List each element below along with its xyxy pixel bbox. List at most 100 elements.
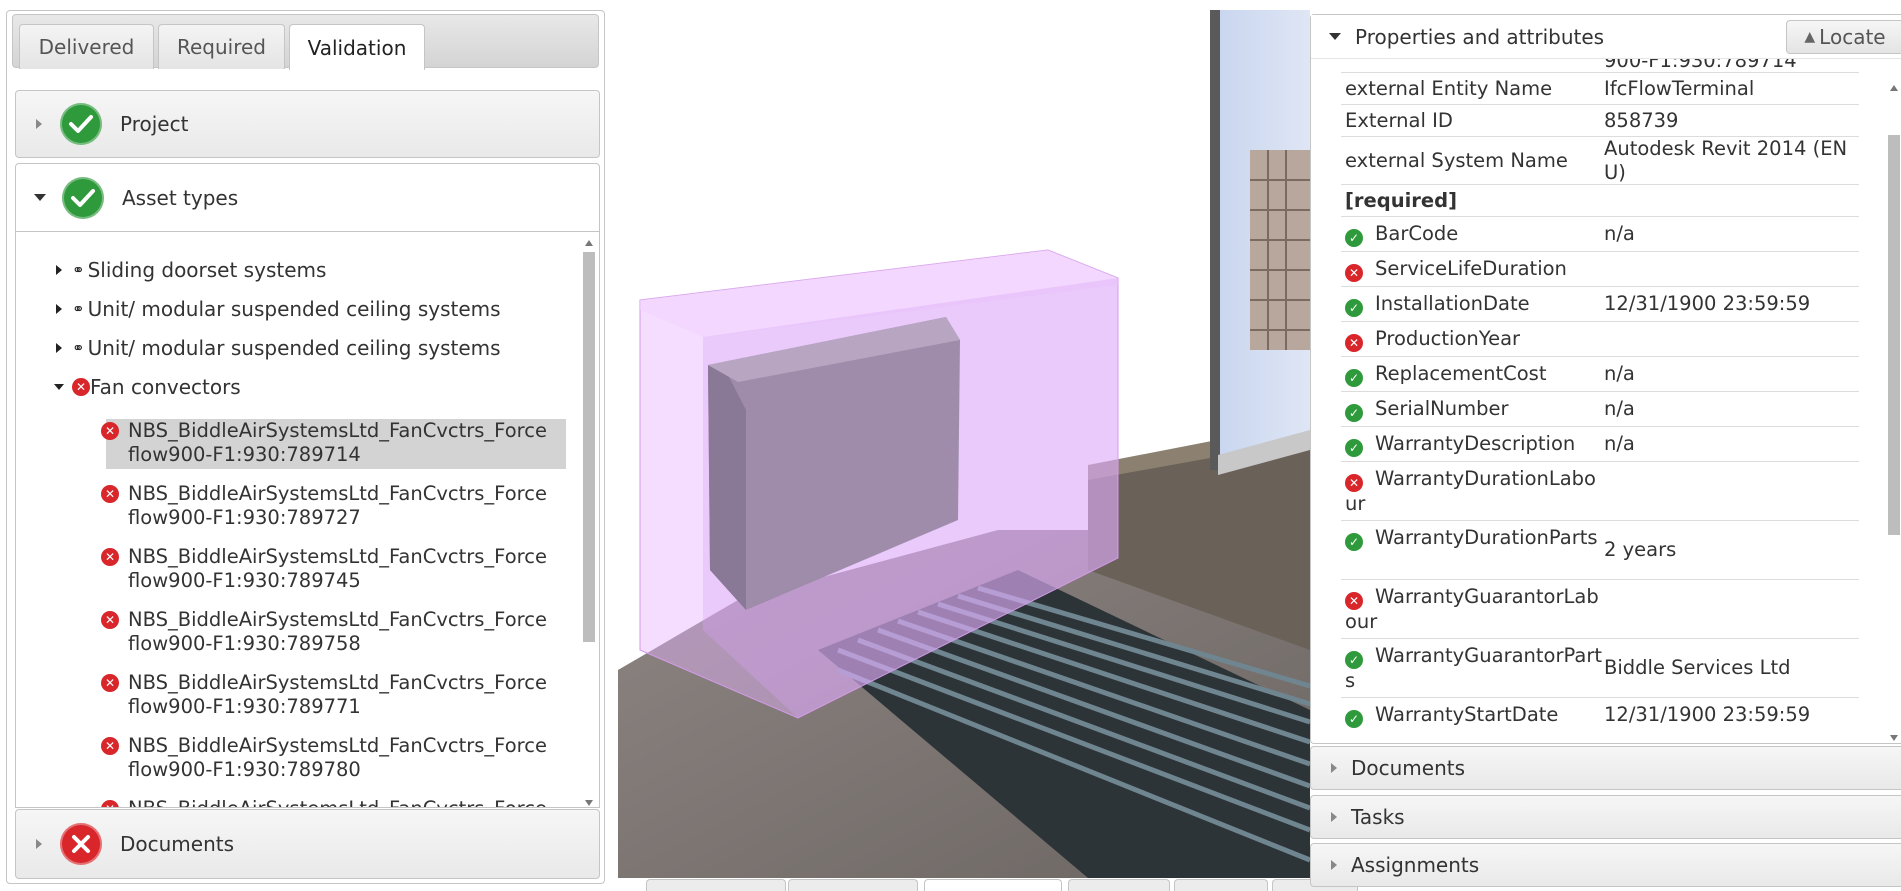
- tree-leaf-line: flow900-F1:930:789758: [128, 632, 361, 655]
- asset-tree: ⚭ Sliding doorset systems ⚭ Unit/ modula…: [15, 232, 600, 808]
- tab-delivered[interactable]: Delivered: [19, 24, 154, 69]
- property-name: ✓ ReplacementCost: [1345, 362, 1603, 387]
- tree-leaf[interactable]: ✕ NBS_BiddleAirSystemsLtd_FanCvctrs_Forc…: [101, 545, 566, 595]
- property-name: ✕ WarrantyGuarantorLabour: [1345, 585, 1603, 634]
- accordion-right-tasks[interactable]: Tasks: [1310, 795, 1901, 839]
- tree-group[interactable]: ⚭ Unit/ modular suspended ceiling system…: [56, 297, 501, 321]
- chevron-right-icon: [1331, 812, 1337, 822]
- expand-icon[interactable]: [56, 265, 62, 275]
- table-row: ✓ WarrantyDescription n/a: [1341, 427, 1859, 462]
- accordion-asset-types-label: Asset types: [122, 185, 239, 210]
- scroll-down-icon[interactable]: [1890, 735, 1898, 741]
- link-icon: ⚭: [72, 300, 85, 318]
- property-name: ✓ InstallationDate: [1345, 292, 1603, 317]
- tree-leaf[interactable]: ✕ NBS_BiddleAirSystemsLtd_FanCvctrs_Forc…: [101, 734, 566, 784]
- tree-leaf[interactable]: ✕ NBS_BiddleAirSystemsLtd_FanCvctrs_Forc…: [101, 482, 566, 532]
- viewport-tab[interactable]: [924, 879, 1062, 891]
- x-icon: ✕: [101, 548, 119, 566]
- tree-leaf[interactable]: ✕ NBS_BiddleAirSystemsLtd_FanCvctrs_Forc…: [101, 608, 566, 658]
- property-value: n/a: [1604, 222, 1635, 245]
- tree-leaf[interactable]: ✕ NBS_BiddleAirSystemsLtd_FanCvctrs_Forc…: [101, 671, 566, 721]
- chevron-right-icon: [36, 839, 42, 849]
- properties-panel: Properties and attributes ▲ Locate 900-F…: [1310, 14, 1901, 744]
- property-value: 2 years: [1604, 538, 1677, 561]
- viewport-tab[interactable]: [646, 879, 786, 891]
- attribute-label: ReplacementCost: [1375, 362, 1547, 385]
- tab-validation[interactable]: Validation: [289, 24, 425, 70]
- attribute-label: WarrantyDurationParts: [1375, 526, 1598, 549]
- expand-icon[interactable]: [56, 304, 62, 314]
- accordion-asset-types[interactable]: Asset types: [15, 163, 600, 232]
- expand-icon[interactable]: [56, 343, 62, 353]
- property-name: ✓ WarrantyGuarantorParts: [1345, 644, 1603, 693]
- viewport-tab[interactable]: [788, 879, 918, 891]
- table-row: 900-F1:930:789714: [1341, 59, 1859, 73]
- scroll-down-icon[interactable]: [585, 800, 593, 806]
- x-icon: ✕: [101, 422, 119, 440]
- table-row: ✓ WarrantyDurationParts 2 years: [1341, 521, 1859, 580]
- property-value: 12/31/1900 23:59:59: [1604, 703, 1811, 726]
- property-value: n/a: [1604, 432, 1635, 455]
- property-name: ✓ WarrantyStartDate: [1345, 703, 1603, 728]
- model-viewport[interactable]: [618, 10, 1310, 878]
- viewport-tab[interactable]: [1068, 879, 1170, 891]
- properties-scrollbar[interactable]: [1886, 59, 1901, 745]
- property-name: ✕ WarrantyDurationLabour: [1345, 467, 1603, 516]
- tree-leaf-line: flow900-F1:930:789771: [128, 695, 361, 718]
- table-row: ✓ InstallationDate 12/31/1900 23:59:59: [1341, 287, 1859, 322]
- accordion-project-label: Project: [120, 112, 189, 136]
- check-icon: ✓: [1345, 404, 1363, 422]
- tree-leaf-line: flow900-F1:930:789714: [128, 443, 361, 466]
- table-row: ✕ WarrantyDurationLabour: [1341, 462, 1859, 521]
- accordion-right-documents[interactable]: Documents: [1310, 746, 1901, 790]
- scroll-up-icon[interactable]: [585, 240, 593, 246]
- property-value: n/a: [1604, 397, 1635, 420]
- scroll-up-icon[interactable]: [1890, 85, 1898, 91]
- accordion-right-assignments[interactable]: Assignments: [1310, 843, 1901, 887]
- tree-group-label: Fan convectors: [90, 375, 241, 399]
- table-row: ✓ SerialNumber n/a: [1341, 392, 1859, 427]
- tree-leaf[interactable]: ✕ NBS_BiddleAirSystemsLtd_FanCvctrs_Forc…: [101, 419, 566, 469]
- x-icon: [60, 823, 102, 865]
- table-row: external System Name Autodesk Revit 2014…: [1341, 137, 1859, 185]
- viewport-tab-strip: [618, 879, 1358, 891]
- attribute-label: WarrantyDurationLabour: [1345, 467, 1596, 515]
- accordion-label: Documents: [1351, 756, 1466, 780]
- property-value: n/a: [1604, 362, 1635, 385]
- tree-scrollbar[interactable]: [581, 240, 597, 806]
- tab-required[interactable]: Required: [158, 24, 285, 69]
- check-icon: ✓: [1345, 369, 1363, 387]
- property-name: ✓ WarrantyDescription: [1345, 432, 1603, 457]
- table-row: ✕ ServiceLifeDuration: [1341, 252, 1859, 287]
- property-value: 858739: [1604, 109, 1679, 132]
- tree-leaf-line: NBS_BiddleAirSystemsLtd_FanCvctrs_Force: [128, 545, 547, 568]
- property-name: ✕ ServiceLifeDuration: [1345, 257, 1603, 282]
- x-icon: ✕: [1345, 264, 1363, 282]
- tree-leaf-line: NBS_BiddleAirSystemsLtd_FanCvctrs_Force: [128, 419, 547, 442]
- tree-group[interactable]: ⚭ Unit/ modular suspended ceiling system…: [56, 336, 501, 360]
- check-icon: [60, 103, 102, 145]
- check-icon: ✓: [1345, 439, 1363, 457]
- table-row: ✓ WarrantyStartDate 12/31/1900 23:59:59: [1341, 698, 1859, 733]
- accordion-project[interactable]: Project: [15, 90, 600, 158]
- locate-button[interactable]: ▲ Locate: [1786, 20, 1901, 54]
- tree-group-fan-convectors[interactable]: ✕ Fan convectors: [54, 375, 241, 399]
- table-row: ✓ BarCode n/a: [1341, 217, 1859, 252]
- collapse-icon[interactable]: [54, 384, 64, 390]
- scroll-thumb[interactable]: [1888, 135, 1900, 535]
- x-icon: ✕: [101, 674, 119, 692]
- property-name: ✕ ProductionYear: [1345, 327, 1603, 352]
- property-value: 12/31/1900 23:59:59: [1604, 292, 1811, 315]
- x-icon: ✕: [72, 378, 90, 396]
- accordion-documents[interactable]: Documents: [15, 809, 600, 879]
- property-name: external System Name: [1345, 149, 1568, 172]
- property-name: External ID: [1345, 109, 1453, 132]
- check-icon: [62, 176, 104, 219]
- tree-group[interactable]: ⚭ Sliding doorset systems: [56, 258, 326, 282]
- tree-leaf[interactable]: ✕ NBS_BiddleAirSystemsLtd_FanCvctrs_Forc…: [101, 797, 566, 807]
- accordion-label: Assignments: [1351, 853, 1480, 877]
- viewport-tab[interactable]: [1174, 879, 1268, 891]
- viewport-scene: [618, 10, 1310, 878]
- scroll-thumb[interactable]: [583, 252, 595, 642]
- tree-leaf-line: flow900-F1:930:789780: [128, 758, 361, 781]
